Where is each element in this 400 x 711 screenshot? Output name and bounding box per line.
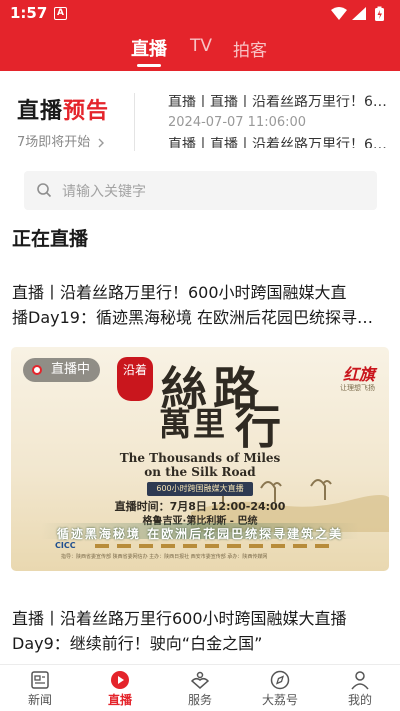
live-status-badge: 直播中	[23, 358, 101, 382]
bottom-navigation: 新闻 直播 服务 大荔号 我的	[0, 664, 400, 711]
partner-logos: CICC	[55, 541, 355, 551]
preview-subtitle[interactable]: 7场即将开始	[17, 131, 129, 150]
preview-heading[interactable]: 直播预告 7场即将开始	[17, 93, 129, 150]
live-poster[interactable]: 直播中 沿着 絲路 萬里 行 红旗 让理想飞扬 The Thousands of…	[11, 347, 389, 571]
nav-label: 我的	[347, 693, 372, 707]
preview-ticker[interactable]: 直播丨直播丨沿着丝路万里行！600小时跨国融媒大直播 2024-07-07 11…	[168, 89, 394, 151]
poster-english-subtitle: on the Silk Road	[144, 465, 256, 479]
news-title-line: 直播丨沿着丝路万里行！600小时跨国融媒大直	[12, 283, 347, 302]
status-bar: 1:57 A	[0, 0, 400, 28]
preview-divider	[134, 93, 135, 151]
poster-seal: 沿着	[117, 357, 153, 401]
live-preview-card[interactable]: 直播预告 7场即将开始 直播丨直播丨沿着丝路万里行！600小时跨国融媒大直播 2…	[0, 71, 400, 163]
preview-title-accent: 预告	[63, 99, 110, 124]
preview-next-item-title: 直播丨直播丨沿着丝路万里行！600小时跨国融媒大直播	[168, 137, 394, 148]
poster-title-thousand-miles: 萬里	[159, 405, 228, 443]
nav-label: 新闻	[27, 693, 52, 707]
news-title-line: 播Day19：循迹黑海秘境 在欧洲后花园巴统探寻建筑之美	[12, 308, 388, 327]
user-icon	[351, 671, 369, 690]
news-title-line: Day9：继续前行！驶向“白金之国”	[12, 634, 263, 653]
search-icon	[37, 183, 52, 198]
poster-credits: 指导：陕西省委宣传部 陕西省委网信办 主办：陕西日报社 西安市委宣传部 承办：陕…	[61, 554, 268, 560]
live-badge-label: 直播中	[51, 362, 91, 377]
nav-item-service[interactable]: 服务	[160, 665, 240, 711]
signal-icon	[352, 7, 366, 20]
tab-paike[interactable]: 拍客	[233, 36, 267, 61]
play-icon	[111, 671, 129, 689]
chevron-right-icon	[98, 138, 105, 147]
cicc-logo: CICC	[55, 541, 76, 550]
status-time: 1:57	[10, 4, 48, 22]
live-dot-icon	[32, 365, 42, 375]
poster-ribbon: 600小时跨国融媒大直播	[147, 482, 253, 496]
partner-logo-strip	[95, 544, 335, 548]
nav-label: 大荔号	[261, 693, 298, 707]
preview-item-date: 2024-07-07 11:06:00	[168, 115, 307, 130]
notification-icon: A	[54, 7, 67, 20]
nav-item-profile[interactable]: 我的	[320, 665, 400, 711]
poster-slogan: 循迹黑海秘境 在欧洲后花园巴统探寻建筑之美	[56, 527, 344, 541]
nav-item-live[interactable]: 直播	[80, 665, 160, 711]
preview-count-text: 7场即将开始	[17, 135, 91, 150]
news-item-title[interactable]: 直播丨沿着丝路万里行！600小时跨国融媒大直 播Day19：循迹黑海秘境 在欧洲…	[12, 280, 388, 330]
service-icon	[190, 671, 210, 689]
news-item-title[interactable]: 直播丨沿着丝路万里行600小时跨国融媒大直播 Day9：继续前行！驶向“白金之国…	[12, 606, 388, 656]
nav-item-news[interactable]: 新闻	[0, 665, 80, 711]
preview-item-title: 直播丨直播丨沿着丝路万里行！600小时跨国融媒大直播	[168, 94, 394, 109]
preview-title: 直播预告	[17, 93, 129, 125]
tab-tv[interactable]: TV	[190, 36, 212, 56]
search-placeholder: 请输入关键字	[62, 184, 146, 200]
battery-icon	[375, 6, 384, 21]
tab-live[interactable]: 直播	[131, 35, 167, 61]
section-title: 正在直播	[12, 228, 89, 250]
search-input[interactable]: 请输入关键字	[24, 171, 377, 210]
news-icon	[31, 671, 49, 689]
top-tabs: 直播 TV 拍客	[0, 28, 400, 71]
compass-icon	[270, 670, 290, 690]
nav-label: 服务	[187, 693, 212, 707]
poster-title-travel: 行	[235, 400, 287, 454]
news-title-line: 直播丨沿着丝路万里行600小时跨国融媒大直播	[12, 609, 347, 628]
active-tab-indicator	[137, 64, 161, 67]
nav-label: 直播	[107, 693, 132, 707]
sponsor-logo: 红旗	[342, 365, 375, 384]
poster-english-title: The Thousands of Miles	[119, 451, 281, 465]
sponsor-slogan: 让理想飞扬	[340, 384, 375, 392]
system-status-icons	[331, 6, 384, 21]
app-header: 1:57 A 直播 TV 拍客	[0, 0, 400, 71]
preview-title-main: 直播	[17, 99, 64, 124]
nav-item-dalihao[interactable]: 大荔号	[240, 665, 320, 711]
wifi-icon	[331, 7, 347, 20]
